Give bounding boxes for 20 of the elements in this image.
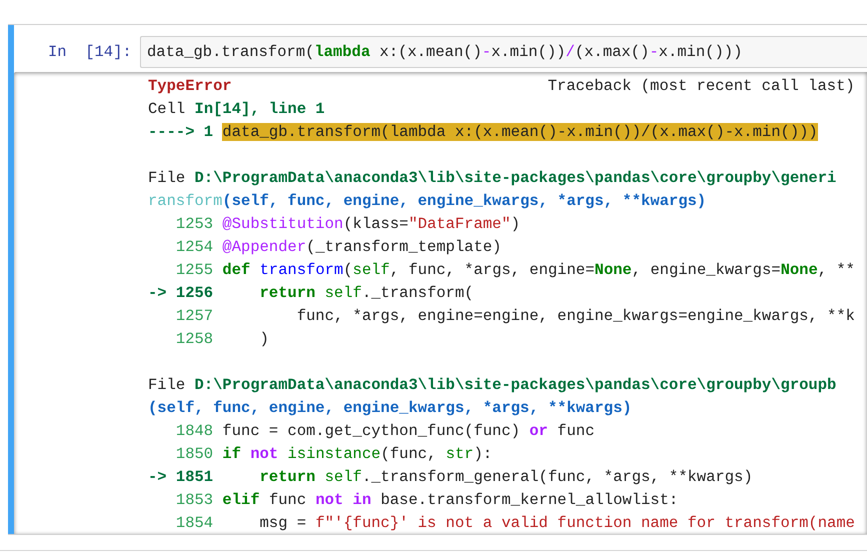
code-input[interactable]: data_gb.transform(lambda x:(x.mean()-x.min())/(x.max()-x.min())) [140,36,867,68]
traceback-line: TypeError Traceback (most recent call last) [148,76,855,97]
input-prompt: In [14]: [47,42,133,63]
traceback-line: Cell In[14], line 1 [148,99,325,120]
traceback-line: ransform(self, func, engine, engine_kwargs, *args, **kwargs) [148,191,706,212]
traceback-line: (self, func, engine, engine_kwargs, *args, **kwargs) [148,398,632,419]
traceback-line: -> 1851 return self._transform_general(func, *args, **kwargs) [148,467,753,488]
traceback-line: 1253 @Substitution(klass="DataFrame") [174,214,520,235]
traceback-line: File D:\ProgramData\anaconda3\lib\site-packages\pandas\core\groupby\generi [148,168,836,189]
traceback-line: File D:\ProgramData\anaconda3\lib\site-packages\pandas\core\groupby\groupb [148,375,836,396]
traceback-line: 1254 @Appender(_transform_template) [174,237,502,258]
traceback-line: 1257 func, *args, engine=engine, engine_kwargs=engine_kwargs, **k [174,306,855,327]
traceback-line: 1848 func = com.get_cython_func(func) or func [174,421,594,442]
traceback-line: 1853 elif func not in base.transform_kernel_allowlist: [174,490,678,511]
traceback-line: 1850 if not isinstance(func, str): [174,444,492,465]
traceback-line: 1258 ) [174,329,269,350]
traceback-line: ----> 1 data_gb.transform(lambda x:(x.mean()-x.min())/(x.max()-x.min())) [148,122,818,143]
traceback-line: -> 1256 return self._transform( [148,283,474,304]
traceback-line: 1854 msg = f"'{func}' is not a valid function name for transform(name [174,513,855,534]
traceback-line: 1255 def transform(self, func, *args, engine=None, engine_kwargs=None, ** [174,260,855,281]
